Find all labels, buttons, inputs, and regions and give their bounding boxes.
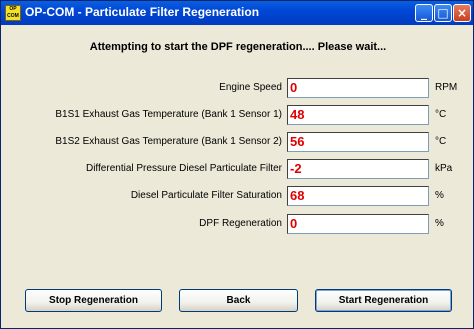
- param-unit: RPM: [435, 82, 458, 93]
- param-unit: %: [435, 218, 444, 229]
- back-button[interactable]: Back: [179, 289, 298, 312]
- param-label: Engine Speed: [219, 82, 282, 93]
- op-com-app-icon: OP COM: [5, 5, 21, 21]
- param-row-diff-pressure: Differential Pressure Diesel Particulate…: [1, 159, 474, 179]
- param-label: Differential Pressure Diesel Particulate…: [85, 163, 282, 174]
- window-title: OP-COM - Particulate Filter Regeneration: [25, 5, 260, 19]
- param-label: DPF Regeneration: [199, 218, 282, 229]
- param-value-field[interactable]: 48: [287, 105, 429, 125]
- param-value-field[interactable]: 0: [287, 78, 429, 98]
- param-unit: °C: [435, 136, 447, 147]
- close-icon: ×: [456, 6, 468, 20]
- param-value-field[interactable]: 0: [287, 214, 429, 234]
- param-label: B1S1 Exhaust Gas Temperature (Bank 1 Sen…: [55, 109, 282, 120]
- param-row-b1s2-temp: B1S2 Exhaust Gas Temperature (Bank 1 Sen…: [1, 132, 474, 152]
- param-value-field[interactable]: 56: [287, 132, 429, 152]
- param-unit: %: [435, 190, 444, 201]
- param-row-dpf-regeneration: DPF Regeneration 0 %: [1, 214, 474, 234]
- param-row-engine-speed: Engine Speed 0 RPM: [1, 78, 474, 98]
- close-button[interactable]: ×: [453, 4, 471, 22]
- param-unit: kPa: [435, 163, 453, 174]
- param-label: Diesel Particulate Filter Saturation: [130, 190, 282, 201]
- param-label: B1S2 Exhaust Gas Temperature (Bank 1 Sen…: [55, 136, 282, 147]
- status-message: Attempting to start the DPF regeneration…: [89, 41, 387, 53]
- param-value-field[interactable]: 68: [287, 186, 429, 206]
- op-com-window: OP COM OP-COM - Particulate Filter Regen…: [0, 0, 474, 329]
- param-unit: °C: [435, 109, 447, 120]
- minimize-button[interactable]: _: [415, 4, 433, 22]
- minimize-icon: _: [421, 6, 427, 20]
- param-row-b1s1-temp: B1S1 Exhaust Gas Temperature (Bank 1 Sen…: [1, 105, 474, 125]
- maximize-button[interactable]: □: [434, 4, 452, 22]
- param-row-dpf-saturation: Diesel Particulate Filter Saturation 68 …: [1, 186, 474, 206]
- param-value-field[interactable]: -2: [287, 159, 429, 179]
- title-bar[interactable]: OP COM OP-COM - Particulate Filter Regen…: [1, 1, 473, 25]
- stop-regeneration-button[interactable]: Stop Regeneration: [25, 289, 162, 312]
- maximize-icon: □: [437, 6, 449, 20]
- start-regeneration-button[interactable]: Start Regeneration: [315, 289, 452, 312]
